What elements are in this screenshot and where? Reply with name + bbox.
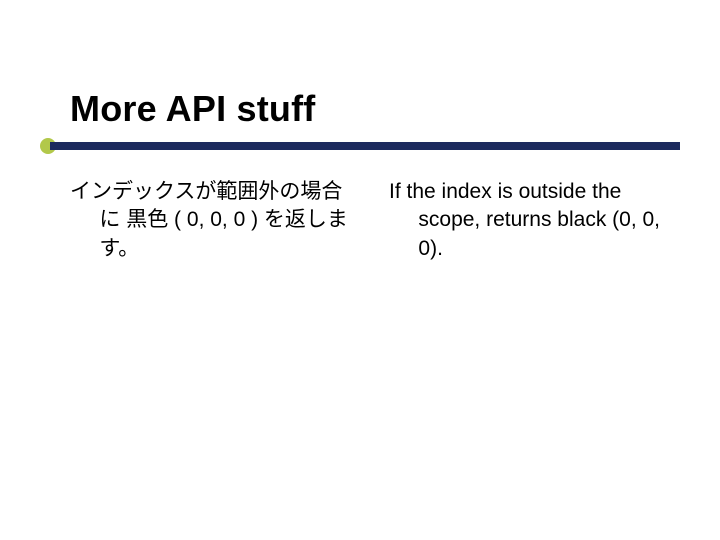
title-rule	[40, 142, 680, 150]
column-left: インデックスが範囲外の場合に 黒色 ( 0, 0, 0 ) を返します。	[70, 178, 361, 263]
left-paragraph: インデックスが範囲外の場合に 黒色 ( 0, 0, 0 ) を返します。	[70, 178, 361, 263]
column-right: If the index is outside the scope, retur…	[389, 178, 680, 263]
rule-bar	[50, 142, 680, 150]
right-paragraph: If the index is outside the scope, retur…	[389, 178, 680, 263]
slide-body: インデックスが範囲外の場合に 黒色 ( 0, 0, 0 ) を返します。 If …	[70, 178, 680, 263]
slide: More API stuff インデックスが範囲外の場合に 黒色 ( 0, 0,…	[0, 0, 720, 540]
slide-title: More API stuff	[70, 88, 315, 130]
